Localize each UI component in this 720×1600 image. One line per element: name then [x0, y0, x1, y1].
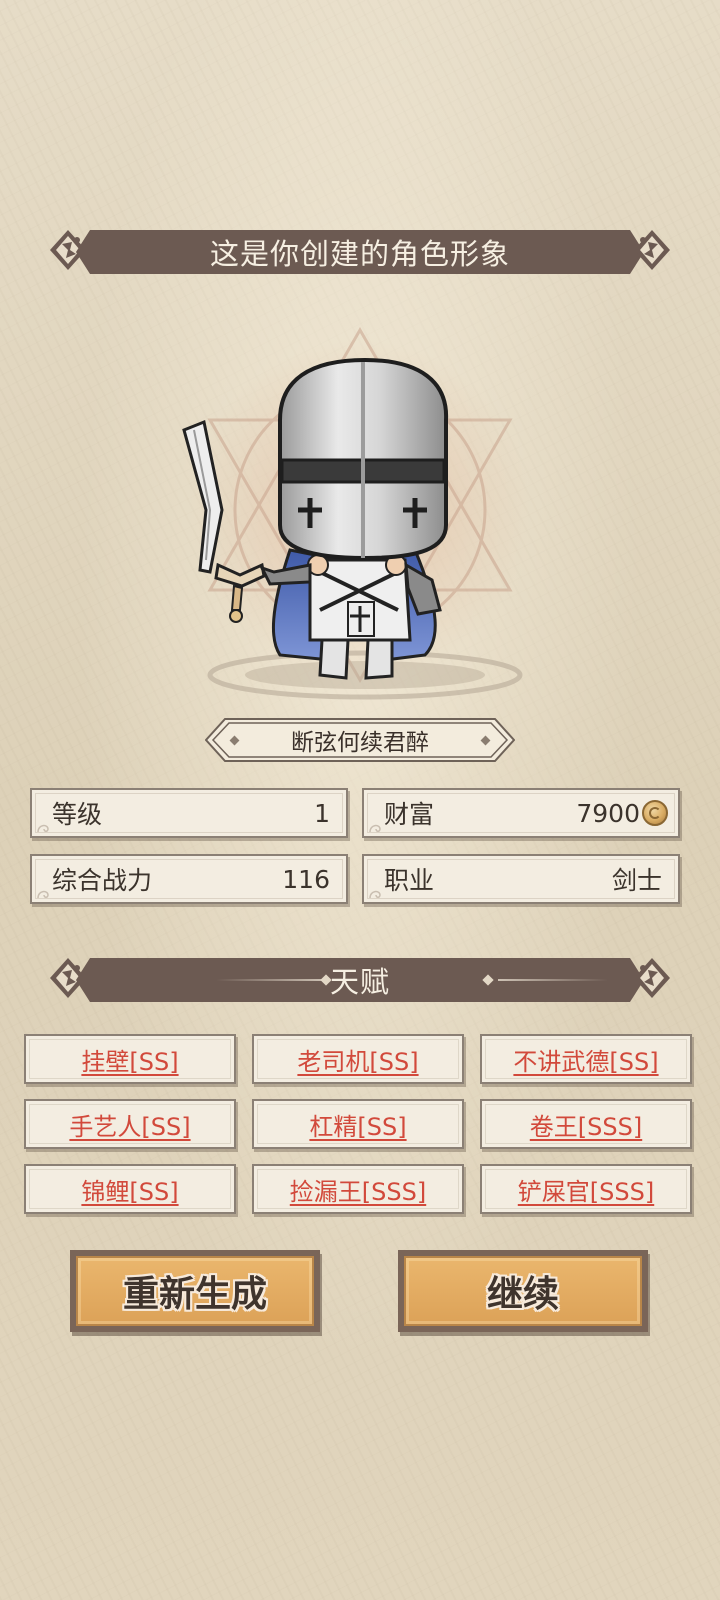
stat-value: 剑士 — [611, 866, 662, 895]
talent-label[interactable]: 不讲武德[SS] — [513, 1042, 658, 1077]
talent-title: 天赋 — [329, 965, 390, 999]
talent-item[interactable]: 卷王[SSS] — [480, 1099, 692, 1149]
character-nameplate: 断弦何续君醉 — [205, 718, 515, 762]
talent-item[interactable]: 杠精[SS] — [252, 1099, 464, 1149]
stat-label: 等级 — [52, 800, 103, 829]
title-banner: 这是你创建的角色形象 — [46, 226, 674, 278]
talent-label[interactable]: 捡漏王[SSS] — [290, 1172, 426, 1207]
talent-label[interactable]: 卷王[SSS] — [530, 1107, 642, 1142]
talent-item[interactable]: 铲屎官[SSS] — [480, 1164, 692, 1214]
stat-label: 职业 — [384, 866, 435, 895]
talent-item[interactable]: 手艺人[SS] — [24, 1099, 236, 1149]
talent-item[interactable]: 捡漏王[SSS] — [252, 1164, 464, 1214]
stat-value: 1 — [314, 798, 330, 828]
talent-banner: 天赋 — [46, 954, 674, 1006]
character-portrait — [170, 310, 550, 710]
regenerate-label[interactable]: 重新生成 — [70, 1250, 320, 1332]
talent-label[interactable]: 铲屎官[SSS] — [518, 1172, 654, 1207]
great-helm — [278, 357, 449, 561]
stat-level: 等级 1 — [30, 788, 348, 838]
stat-class: 职业 剑士 — [362, 854, 680, 904]
continue-button[interactable]: 继续 — [398, 1250, 648, 1332]
talent-label[interactable]: 手艺人[SS] — [69, 1107, 190, 1142]
stat-wealth: 财富 7900 — [362, 788, 680, 838]
talent-item[interactable]: 锦鲤[SS] — [24, 1164, 236, 1214]
talent-label[interactable]: 挂壁[SS] — [81, 1042, 178, 1077]
coin-icon — [642, 800, 668, 826]
stat-label: 综合战力 — [52, 866, 153, 895]
talent-label[interactable]: 杠精[SS] — [309, 1107, 406, 1142]
regenerate-button[interactable]: 重新生成 — [70, 1250, 320, 1332]
stat-value: 116 — [282, 864, 330, 894]
talent-item[interactable]: 不讲武德[SS] — [480, 1034, 692, 1084]
stat-power: 综合战力 116 — [30, 854, 348, 904]
page-title: 这是你创建的角色形象 — [209, 237, 510, 271]
continue-label[interactable]: 继续 — [398, 1250, 648, 1332]
stat-label: 财富 — [384, 800, 435, 829]
talent-item[interactable]: 挂壁[SS] — [24, 1034, 236, 1084]
stat-value: 7900 — [576, 798, 640, 828]
talent-item[interactable]: 老司机[SS] — [252, 1034, 464, 1084]
talent-label[interactable]: 锦鲤[SS] — [81, 1172, 178, 1207]
character-name: 断弦何续君醉 — [291, 730, 429, 756]
talent-label[interactable]: 老司机[SS] — [297, 1042, 418, 1077]
